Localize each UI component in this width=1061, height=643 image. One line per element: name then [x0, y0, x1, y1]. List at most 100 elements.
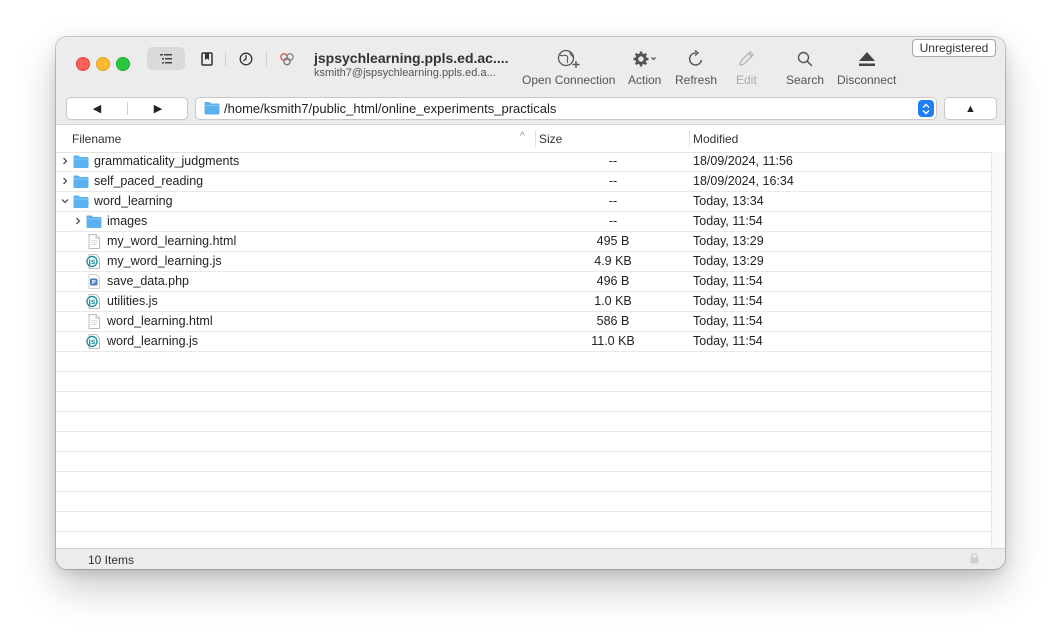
refresh-button[interactable]: Refresh: [675, 48, 717, 87]
file-row[interactable]: word_learning.html 586 B Today, 11:54: [56, 312, 991, 332]
html-file-icon: [86, 234, 102, 249]
history-button[interactable]: [233, 47, 259, 70]
title-bar: jspsychlearning.ppls.ed.ac.... ksmith7@j…: [56, 37, 1005, 94]
back-button[interactable]: ◀: [67, 98, 127, 119]
js-file-icon: JS: [86, 334, 102, 349]
file-row[interactable]: images -- Today, 11:54: [56, 212, 991, 232]
bookmarks-button[interactable]: [194, 47, 220, 70]
svg-text:JS: JS: [87, 258, 95, 266]
chevron-up-down-icon: [922, 103, 930, 114]
file-size: 495 B: [596, 234, 630, 248]
file-size: 4.9 KB: [594, 254, 632, 268]
empty-row: [56, 492, 991, 512]
file-modified: 18/09/2024, 11:56: [693, 154, 793, 168]
bookmark-icon: [201, 51, 213, 66]
outline-icon: [160, 53, 172, 63]
edit-button[interactable]: Edit: [736, 48, 757, 87]
search-icon: [797, 51, 813, 67]
empty-row: [56, 452, 991, 472]
file-modified: Today, 13:29: [693, 234, 764, 248]
file-size: 586 B: [596, 314, 630, 328]
action-button[interactable]: Action: [628, 48, 661, 87]
file-row[interactable]: grammaticality_judgments -- 18/09/2024, 11…: [56, 152, 991, 172]
connection-title: jspsychlearning.ppls.ed.ac....: [314, 50, 509, 66]
bonjour-icon: [280, 52, 294, 65]
chevron-down-icon[interactable]: [60, 195, 70, 207]
path-popup-button[interactable]: [918, 100, 934, 117]
empty-row: [56, 472, 991, 492]
parent-directory-button[interactable]: ▲: [944, 97, 997, 120]
bonjour-button[interactable]: [274, 47, 300, 70]
folder-icon: [73, 154, 89, 169]
refresh-label: Refresh: [675, 73, 718, 87]
open-connection-button[interactable]: Open Connection: [522, 48, 615, 87]
file-name: my_word_learning.js: [107, 254, 222, 268]
file-modified: Today, 11:54: [693, 294, 763, 308]
file-size: --: [608, 174, 618, 188]
zoom-window-button[interactable]: [116, 57, 130, 71]
file-row[interactable]: JS utilities.js 1.0 KB Today, 11:54: [56, 292, 991, 312]
file-list: grammaticality_judgments -- 18/09/2024, 11…: [56, 152, 991, 569]
file-row[interactable]: JS word_learning.js 11.0 KB Today, 11:54: [56, 332, 991, 352]
forward-button[interactable]: ▶: [128, 98, 188, 119]
file-row[interactable]: word_learning -- Today, 13:34: [56, 192, 991, 212]
file-modified: Today, 11:54: [693, 334, 763, 348]
js-file-icon: JS: [86, 254, 102, 269]
navigation-bar: ◀ ▶ /home/ksmith7/public_html/online_exp…: [56, 94, 1005, 125]
file-size: 11.0 KB: [591, 334, 635, 348]
php-file-icon: P: [86, 274, 102, 289]
size-column-header[interactable]: Size: [539, 132, 562, 146]
column-header: Filename ^ Size Modified: [56, 125, 1005, 153]
chevron-right-icon[interactable]: [60, 175, 70, 187]
action-label: Action: [628, 73, 662, 87]
file-size: --: [608, 194, 618, 208]
folder-icon: [86, 214, 102, 229]
search-label: Search: [786, 73, 825, 87]
file-name: images: [107, 214, 148, 228]
item-count: 10 Items: [88, 553, 135, 567]
path-selector[interactable]: /home/ksmith7/public_html/online_experim…: [195, 97, 937, 120]
back-forward-control: ◀ ▶: [66, 97, 188, 120]
app-window: jspsychlearning.ppls.ed.ac.... ksmith7@j…: [56, 37, 1005, 569]
modified-column-header[interactable]: Modified: [693, 132, 738, 146]
clock-icon: [239, 52, 253, 65]
file-row[interactable]: self_paced_reading -- 18/09/2024, 16:34: [56, 172, 991, 192]
js-file-icon: JS: [86, 294, 102, 309]
refresh-icon: [688, 50, 703, 66]
empty-row: [56, 392, 991, 412]
file-row[interactable]: JS my_word_learning.js 4.9 KB Today, 13:29: [56, 252, 991, 272]
disconnect-label: Disconnect: [837, 73, 897, 87]
file-name: utilities.js: [107, 294, 158, 308]
html-file-icon: [86, 314, 102, 329]
vertical-scrollbar[interactable]: [991, 152, 1005, 548]
outline-view-button[interactable]: [147, 47, 185, 70]
search-button[interactable]: Search: [786, 48, 824, 87]
file-browser: Filename ^ Size Modified grammaticality_…: [56, 125, 1005, 552]
file-name: word_learning.html: [107, 314, 213, 328]
chevron-right-icon[interactable]: [60, 155, 70, 167]
folder-icon: [204, 102, 220, 115]
file-name: save_data.php: [107, 274, 190, 288]
file-modified: Today, 13:34: [693, 194, 764, 208]
filename-column-header[interactable]: Filename: [72, 132, 121, 146]
disconnect-button[interactable]: Disconnect: [837, 48, 896, 87]
pencil-icon: [739, 51, 755, 66]
empty-row: [56, 512, 991, 532]
status-bar: 10 Items: [56, 548, 1005, 569]
empty-row: [56, 372, 991, 392]
svg-text:P: P: [92, 280, 96, 286]
file-size: 496 B: [596, 274, 630, 288]
folder-icon: [73, 194, 89, 209]
lock-icon: [970, 553, 979, 564]
file-name: self_paced_reading: [94, 174, 204, 188]
file-row[interactable]: Psave_data.php 496 B Today, 11:54: [56, 272, 991, 292]
unregistered-button[interactable]: Unregistered: [912, 39, 996, 57]
edit-label: Edit: [736, 73, 757, 87]
file-size: --: [608, 154, 618, 168]
close-window-button[interactable]: [76, 57, 90, 71]
file-size: 1.0 KB: [594, 294, 632, 308]
minimize-window-button[interactable]: [96, 57, 110, 71]
file-row[interactable]: my_word_learning.html 495 B Today, 13:29: [56, 232, 991, 252]
chevron-right-icon[interactable]: [73, 215, 83, 227]
gear-chevron-icon: [633, 51, 656, 67]
